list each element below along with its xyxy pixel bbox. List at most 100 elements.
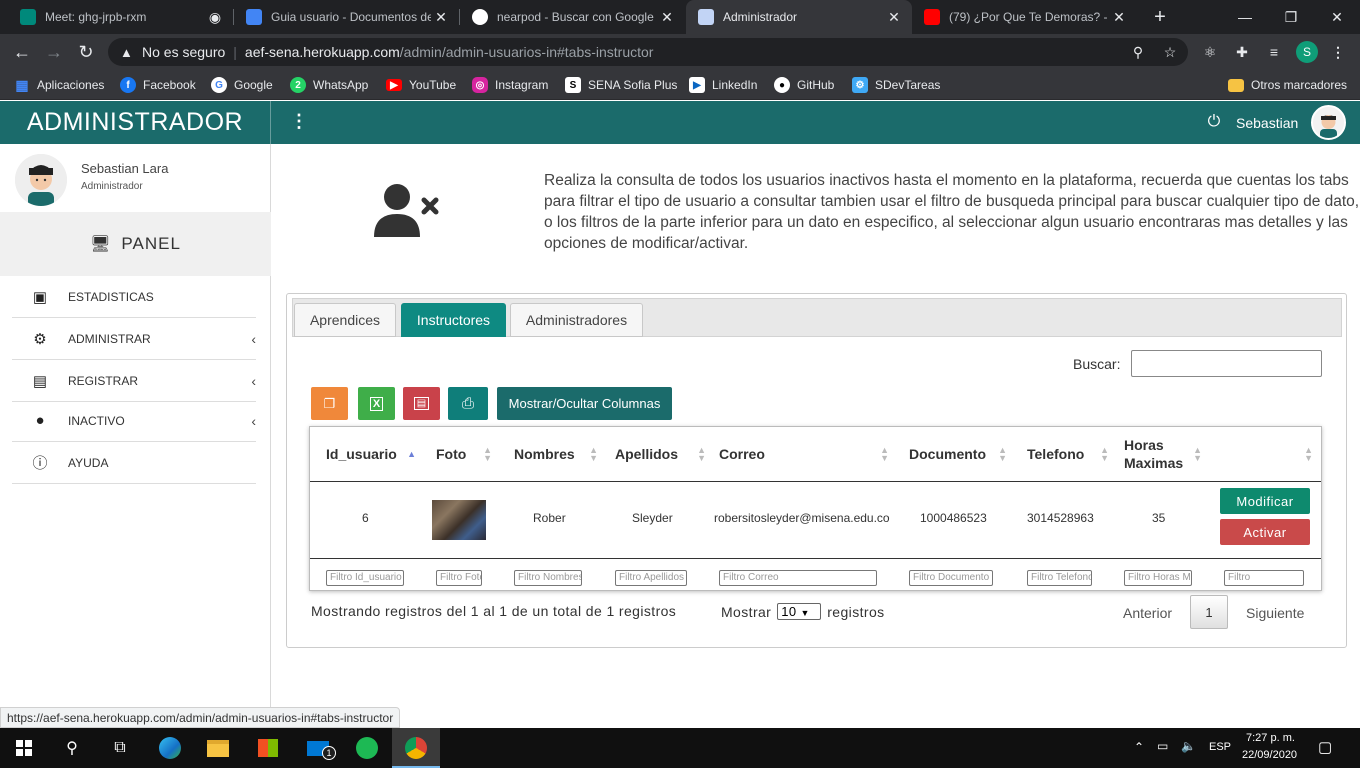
filter-nombres-input[interactable]: Filtro Nombres — [514, 570, 582, 586]
bookmark-item[interactable]: G Google — [211, 76, 273, 94]
column-header-correo[interactable]: Correo ▲ ▼ — [719, 427, 893, 481]
column-header-horas[interactable]: Horas Maximas ▲ ▼ — [1124, 427, 1206, 481]
instagram-icon: ◎ — [472, 77, 488, 93]
avatar[interactable] — [1311, 105, 1346, 140]
language-indicator[interactable]: ESP — [1209, 741, 1231, 753]
chrome-icon[interactable] — [404, 736, 428, 760]
close-tab-icon[interactable]: ✕ — [1109, 9, 1129, 26]
bookmark-item[interactable]: ▦ Aplicaciones — [14, 76, 104, 94]
volume-icon[interactable]: 🔈 — [1181, 739, 1196, 753]
browser-tab-active[interactable]: Administrador ✕ — [686, 0, 912, 34]
search-icon[interactable]: ⚲ — [60, 736, 84, 760]
modify-button[interactable]: Modificar — [1220, 488, 1310, 514]
clock-time[interactable]: 7:27 p. m. — [1246, 732, 1295, 744]
column-header-actions[interactable]: ▲ ▼ — [1215, 427, 1317, 481]
excel-button[interactable]: X — [358, 387, 395, 420]
bookmark-item[interactable]: ◎ Instagram — [472, 76, 548, 94]
page-length-select[interactable]: 10 ▼ — [777, 603, 822, 620]
filter-actions-input[interactable]: Filtro — [1224, 570, 1304, 586]
close-tab-icon[interactable]: ✕ — [884, 9, 904, 26]
column-header-id[interactable]: Id_usuario ▲ — [326, 427, 420, 481]
filter-correo-input[interactable]: Filtro Correo — [719, 570, 877, 586]
filter-apellidos-input[interactable]: Filtro Apellidos — [615, 570, 687, 586]
chevron-up-icon[interactable]: ⌃ — [1134, 740, 1144, 754]
tab-instructores[interactable]: Instructores — [401, 303, 506, 337]
back-icon[interactable]: ← — [10, 40, 34, 64]
pdf-button[interactable]: ▤ — [403, 387, 440, 420]
tab-administradores[interactable]: Administradores — [510, 303, 643, 337]
print-button[interactable]: ⎙ — [448, 387, 488, 420]
column-header-nombres[interactable]: Nombres ▲ ▼ — [514, 427, 602, 481]
column-header-telefono[interactable]: Telefono ▲ ▼ — [1027, 427, 1113, 481]
edge-icon[interactable] — [158, 736, 182, 760]
search-input[interactable] — [1131, 350, 1322, 377]
sidebar-toggle-icon[interactable]: ⋮ — [290, 111, 308, 133]
minimize-button[interactable]: — — [1222, 0, 1268, 34]
copy-button[interactable]: ❐ — [311, 387, 348, 420]
profile-avatar[interactable]: S — [1296, 41, 1318, 63]
bookmark-label: LinkedIn — [712, 78, 758, 92]
windows-start-icon[interactable] — [12, 736, 36, 760]
reload-icon[interactable]: ↻ — [74, 40, 98, 64]
forward-icon[interactable]: → — [42, 40, 66, 64]
sidebar-item-ayuda[interactable]: ⓘ AYUDA — [12, 442, 256, 484]
sidebar-item-administrar[interactable]: ⚙ ADMINISTRAR ‹ — [12, 318, 256, 360]
extensions-icon[interactable]: ✚ — [1232, 42, 1252, 62]
sidebar-item-registrar[interactable]: ▤ REGISTRAR ‹ — [12, 360, 256, 402]
sort-icon: ▲ ▼ — [589, 445, 598, 463]
page-number-button[interactable]: 1 — [1190, 595, 1228, 629]
filter-foto-input[interactable]: Filtro Foto — [436, 570, 482, 586]
tab-aprendices[interactable]: Aprendices — [294, 303, 396, 337]
bookmark-item[interactable]: ▶ YouTube — [386, 76, 456, 94]
brand-title[interactable]: ADMINISTRADOR — [0, 101, 271, 144]
bookmark-item[interactable]: S SENA Sofia Plus — [565, 76, 677, 94]
sidebar-item-estadisticas[interactable]: ▣ ESTADISTICAS — [12, 276, 256, 318]
close-tab-icon[interactable]: ✕ — [431, 9, 451, 26]
bookmark-item[interactable]: ▶ LinkedIn — [689, 76, 757, 94]
task-view-icon[interactable]: ⧉ — [108, 736, 132, 760]
other-bookmarks[interactable]: Otros marcadores — [1228, 76, 1347, 94]
react-devtools-icon[interactable]: ⚛ — [1200, 42, 1220, 62]
bookmark-star-icon[interactable]: ☆ — [1160, 42, 1180, 62]
header-user-name[interactable]: Sebastian — [1236, 115, 1298, 131]
bookmark-item[interactable]: ⚙ SDevTareas — [852, 76, 940, 94]
user-type-tabs: Aprendices Instructores Administradores — [292, 298, 1342, 337]
store-icon[interactable] — [256, 736, 280, 760]
new-tab-button[interactable]: + — [1137, 0, 1183, 34]
file-explorer-icon[interactable] — [206, 736, 230, 760]
restore-button[interactable]: ❐ — [1268, 0, 1314, 34]
filter-documento-input[interactable]: Filtro Documento — [909, 570, 993, 586]
browser-tab[interactable]: Meet: ghg-jrpb-rxm ◉ — [8, 0, 233, 34]
filter-id-input[interactable]: Filtro Id_usuario — [326, 570, 404, 586]
next-page-button[interactable]: Siguiente — [1246, 605, 1304, 621]
bookmark-item[interactable]: ● GitHub — [774, 76, 834, 94]
zoom-icon[interactable]: ⚲ — [1128, 42, 1148, 62]
clock-date[interactable]: 22/09/2020 — [1242, 749, 1297, 761]
browser-tab[interactable]: nearpod - Buscar con Google ✕ — [460, 0, 685, 34]
previous-page-button[interactable]: Anterior — [1123, 605, 1172, 621]
browser-tab[interactable]: (79) ¿Por Que Te Demoras? - YouTube ✕ — [912, 0, 1137, 34]
close-window-button[interactable]: ✕ — [1314, 0, 1360, 34]
passport-icon: ▣ — [32, 288, 48, 306]
menu-icon[interactable]: ⋮ — [1328, 42, 1348, 62]
close-tab-icon[interactable]: ◉ — [205, 9, 225, 26]
activate-button[interactable]: Activar — [1220, 519, 1310, 545]
column-header-apellidos[interactable]: Apellidos ▲ ▼ — [615, 427, 710, 481]
media-icon[interactable]: ≡ — [1264, 42, 1284, 62]
spotify-icon[interactable] — [355, 736, 379, 760]
toggle-columns-button[interactable]: Mostrar/Ocultar Columnas — [497, 387, 672, 420]
power-icon[interactable]: ⏻ — [1204, 113, 1224, 133]
sidebar-item-inactivo[interactable]: ● INACTIVO ‹ — [12, 400, 256, 442]
network-icon[interactable]: ▭ — [1157, 739, 1168, 753]
notifications-icon[interactable]: ▢ — [1318, 738, 1332, 756]
browser-tab[interactable]: Guia usuario - Documentos de Google ✕ — [234, 0, 459, 34]
panel-link[interactable]: 🖥 PANEL — [0, 212, 271, 276]
column-header-documento[interactable]: Documento ▲ ▼ — [909, 427, 1011, 481]
address-bar[interactable]: ▲ No es seguro | aef-sena.herokuapp.com /… — [108, 38, 1188, 66]
filter-telefono-input[interactable]: Filtro Telefono — [1027, 570, 1092, 586]
bookmark-item[interactable]: f Facebook — [120, 76, 196, 94]
column-header-foto[interactable]: Foto ▲ ▼ — [436, 427, 496, 481]
bookmark-item[interactable]: 2 WhatsApp — [290, 76, 368, 94]
close-tab-icon[interactable]: ✕ — [657, 9, 677, 26]
filter-horas-input[interactable]: Filtro Horas Maximas — [1124, 570, 1192, 586]
